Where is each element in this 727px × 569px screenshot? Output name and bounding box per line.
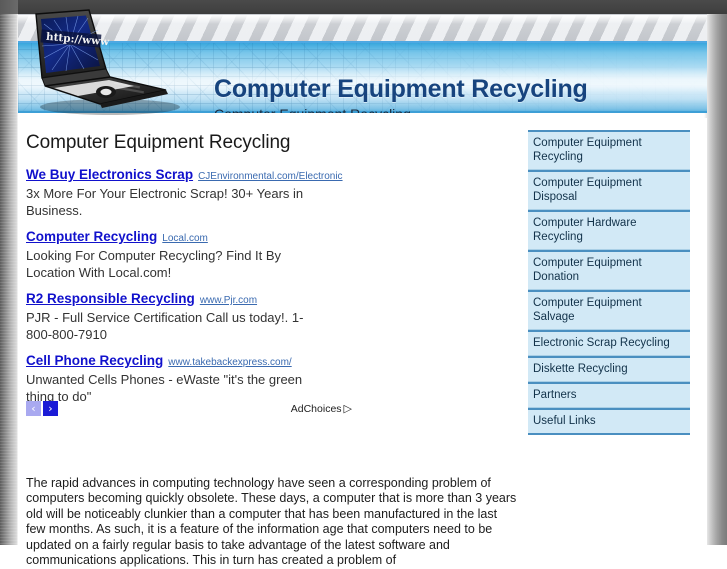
ad-next-arrow-button[interactable]: › (43, 401, 58, 416)
ad-item: We Buy Electronics Scrap CJEnvironmental.… (26, 166, 356, 219)
sidebar-item-computer-equipment-donation[interactable]: Computer Equipment Donation (528, 250, 690, 290)
sidebar-item-computer-hardware-recycling[interactable]: Computer Hardware Recycling (528, 210, 690, 250)
ad-url-link[interactable]: www.Pjr.com (200, 295, 257, 306)
page-background: Computer Equipment Recycling Computer Eq… (0, 0, 727, 545)
site-title: Computer Equipment Recycling (214, 75, 694, 103)
sidebar-item-computer-equipment-salvage[interactable]: Computer Equipment Salvage (528, 290, 690, 330)
ad-headline-link[interactable]: R2 Responsible Recycling (26, 291, 195, 306)
sidebar-nav: Computer Equipment Recycling Computer Eq… (528, 130, 690, 435)
adchoices-link[interactable]: AdChoices▷ (291, 402, 352, 415)
ad-footer: ‹ › AdChoices▷ (26, 401, 346, 417)
ad-description: Unwanted Cells Phones - eWaste "it's the… (26, 371, 316, 405)
ad-description: Looking For Computer Recycling? Find It … (26, 247, 316, 281)
ad-url-link[interactable]: Local.com (162, 233, 208, 244)
ad-description: PJR - Full Service Certification Call us… (26, 309, 316, 343)
laptop-logo-icon: http://www (14, 6, 204, 116)
banner-text-group: Computer Equipment Recycling Computer Eq… (214, 75, 694, 113)
page-title: Computer Equipment Recycling (26, 132, 290, 154)
ad-headline-link[interactable]: Cell Phone Recycling (26, 353, 163, 368)
ad-item: Computer Recycling Local.com Looking For … (26, 228, 356, 281)
ad-headline-link[interactable]: We Buy Electronics Scrap (26, 167, 193, 182)
sidebar-item-computer-equipment-recycling[interactable]: Computer Equipment Recycling (528, 130, 690, 170)
ad-url-link[interactable]: www.takebackexpress.com/ (168, 357, 291, 368)
ad-description: 3x More For Your Electronic Scrap! 30+ Y… (26, 185, 316, 219)
sidebar-item-partners[interactable]: Partners (528, 382, 690, 408)
sidebar-item-electronic-scrap-recycling[interactable]: Electronic Scrap Recycling (528, 330, 690, 356)
adchoices-label: AdChoices (291, 403, 342, 415)
ad-headline-link[interactable]: Computer Recycling (26, 229, 157, 244)
ad-block: We Buy Electronics Scrap CJEnvironmental.… (26, 166, 356, 414)
article-paragraph: The rapid advances in computing technolo… (26, 476, 518, 569)
ad-item: R2 Responsible Recycling www.Pjr.com PJR … (26, 290, 356, 343)
ad-prev-arrow-button[interactable]: ‹ (26, 401, 41, 416)
sidebar-item-useful-links[interactable]: Useful Links (528, 408, 690, 435)
sidebar-item-diskette-recycling[interactable]: Diskette Recycling (528, 356, 690, 382)
ad-pagination: ‹ › (26, 401, 60, 416)
sidebar-item-computer-equipment-disposal[interactable]: Computer Equipment Disposal (528, 170, 690, 210)
content-area: Computer Equipment Recycling We Buy Elec… (18, 118, 707, 545)
ad-url-link[interactable]: CJEnvironmental.com/Electronic (198, 171, 343, 182)
ad-item: Cell Phone Recycling www.takebackexpress.… (26, 352, 356, 405)
site-tagline: Computer Equipment Recycling (214, 105, 694, 113)
adchoices-triangle-icon: ▷ (344, 403, 352, 415)
